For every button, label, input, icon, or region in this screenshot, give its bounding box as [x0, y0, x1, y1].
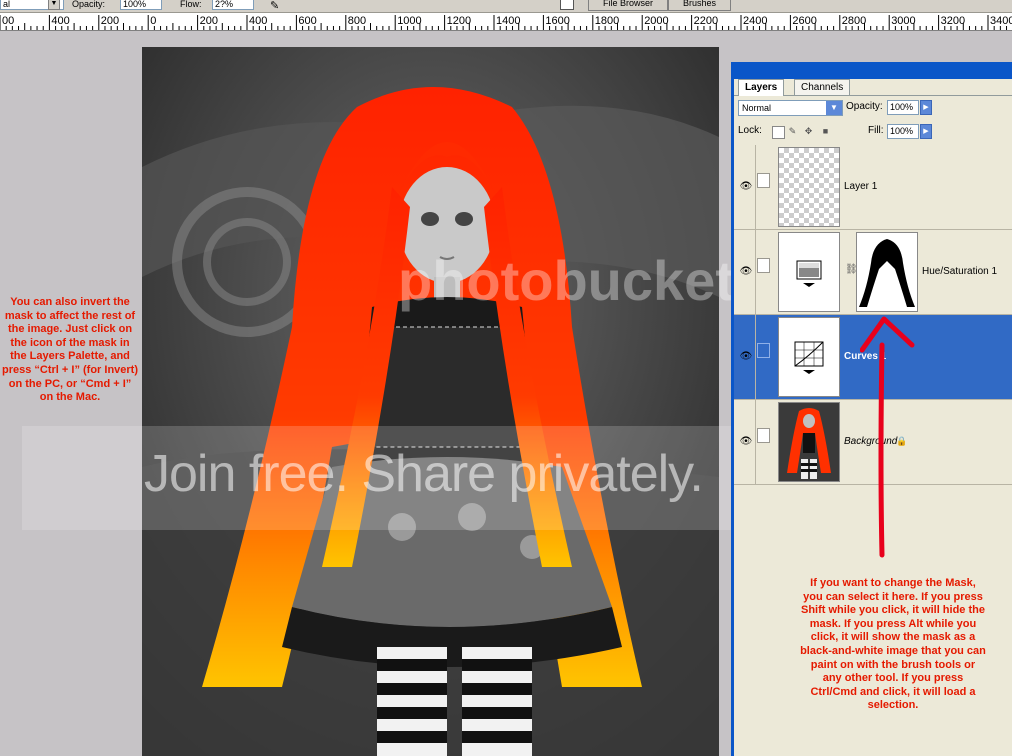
ruler-label: 2800	[842, 15, 866, 27]
document-canvas[interactable]	[142, 47, 719, 756]
blend-mode-select[interactable]: Normal ▼	[738, 100, 843, 116]
lock-transparency-icon[interactable]	[772, 126, 785, 139]
paintbrush-icon[interactable]	[757, 343, 770, 358]
tab-channels[interactable]: Channels	[794, 79, 851, 95]
tab-brushes[interactable]: Brushes	[668, 0, 732, 11]
flow-label: Flow:	[180, 0, 202, 9]
layer-mask-thumbnail[interactable]	[856, 232, 918, 312]
lock-label: Lock:	[738, 125, 762, 136]
curves-icon	[794, 341, 824, 374]
airbrush-icon[interactable]: ✎	[270, 0, 279, 12]
layer-row-layer-1[interactable]: 👁 Layer 1	[734, 145, 1012, 230]
ruler-label: 600	[298, 15, 316, 27]
tab-file-browser[interactable]: File Browser	[588, 0, 669, 11]
flow-field[interactable]: 2?%	[212, 0, 254, 10]
red-arrow-icon	[860, 316, 915, 558]
mask-silhouette	[859, 239, 915, 307]
layer-name[interactable]: Layer 1	[844, 145, 877, 229]
adjustment-thumbnail[interactable]	[778, 317, 840, 397]
annotation-invert-mask: You can also invert the mask to affect t…	[2, 296, 139, 404]
link-toggle[interactable]	[757, 173, 770, 188]
background-thumbnail[interactable]	[778, 402, 840, 482]
ruler-label: 2400	[743, 15, 767, 27]
opacity-input[interactable]: 100%	[887, 100, 919, 115]
doll-thumbnail	[779, 403, 839, 481]
fill-label: Fill:	[868, 125, 884, 136]
palette-well-icon[interactable]	[560, 0, 574, 10]
ruler-label: 200	[101, 15, 119, 27]
link-toggle[interactable]	[757, 428, 770, 443]
eye-icon[interactable]: 👁	[737, 400, 756, 484]
ruler-label: 1600	[545, 15, 569, 27]
lock-move-icon[interactable]: ✥	[803, 126, 814, 137]
layer-thumbnail[interactable]	[778, 147, 840, 227]
ruler-label: 1000	[397, 15, 421, 27]
chevron-down-icon[interactable]: ▼	[48, 0, 60, 10]
ruler-label: 200	[200, 15, 218, 27]
eye-icon[interactable]: 👁	[737, 315, 756, 399]
lock-all-icon[interactable]: ■	[820, 126, 831, 137]
ruler-label: 0	[150, 15, 156, 27]
layer-row-hue-saturation[interactable]: 👁 ⛓ Hue/Saturation 1	[734, 230, 1012, 315]
lock-paint-icon[interactable]: ✎	[787, 126, 798, 137]
doll-photo	[142, 47, 719, 756]
fill-slider-arrow-icon[interactable]: ▶	[920, 124, 932, 139]
ruler-label: 1400	[496, 15, 520, 27]
opacity-label: Opacity:	[846, 101, 883, 112]
tab-layers[interactable]: Layers	[738, 79, 785, 96]
opacity-label: Opacity:	[72, 0, 106, 9]
watermark-logo: photobucket	[398, 249, 734, 312]
link-toggle[interactable]	[757, 258, 770, 273]
ruler-label: 2200	[694, 15, 718, 27]
ruler-label: 2000	[644, 15, 668, 27]
ruler-label: 400	[249, 15, 267, 27]
palette-tabs: Layers Channels	[734, 79, 1012, 96]
annotation-change-mask: If you want to change the Mask, you can …	[800, 577, 986, 712]
ruler-label: 1800	[595, 15, 619, 27]
ruler-label: 800	[348, 15, 366, 27]
eye-icon[interactable]: 👁	[737, 145, 756, 229]
opacity-slider-arrow-icon[interactable]: ▶	[920, 100, 932, 115]
lock-row: Lock: ✎ ✥ ■ Fill: 100% ▶	[734, 121, 1012, 143]
blend-row: Normal ▼ Opacity: 100% ▶	[734, 97, 1012, 119]
adjustment-thumbnail[interactable]	[778, 232, 840, 312]
hue-saturation-icon	[796, 260, 822, 287]
ruler-label: 1200	[447, 15, 471, 27]
ruler-label: 2600	[792, 15, 816, 27]
tool-options-bar: al ▼ Opacity: 100% Flow: 2?% ✎ File Brow…	[0, 0, 1012, 13]
fill-input[interactable]: 100%	[887, 124, 919, 139]
ruler-label: 3200	[941, 15, 965, 27]
ruler-label: 3000	[891, 15, 915, 27]
ruler-label: 00	[2, 15, 14, 27]
ruler-label: 3400	[990, 15, 1012, 27]
horizontal-ruler: 00 400 200 0 200 400 600 800 1000 1200 1400 1600 180…	[0, 13, 1012, 31]
blend-mode-value: Normal	[742, 103, 772, 113]
layer-name[interactable]: Hue/Saturation 1	[922, 230, 997, 314]
opacity-field[interactable]: 100%	[120, 0, 162, 10]
eye-icon[interactable]: 👁	[737, 230, 756, 314]
ruler-label: 400	[51, 15, 69, 27]
chevron-down-icon[interactable]: ▼	[826, 101, 842, 115]
